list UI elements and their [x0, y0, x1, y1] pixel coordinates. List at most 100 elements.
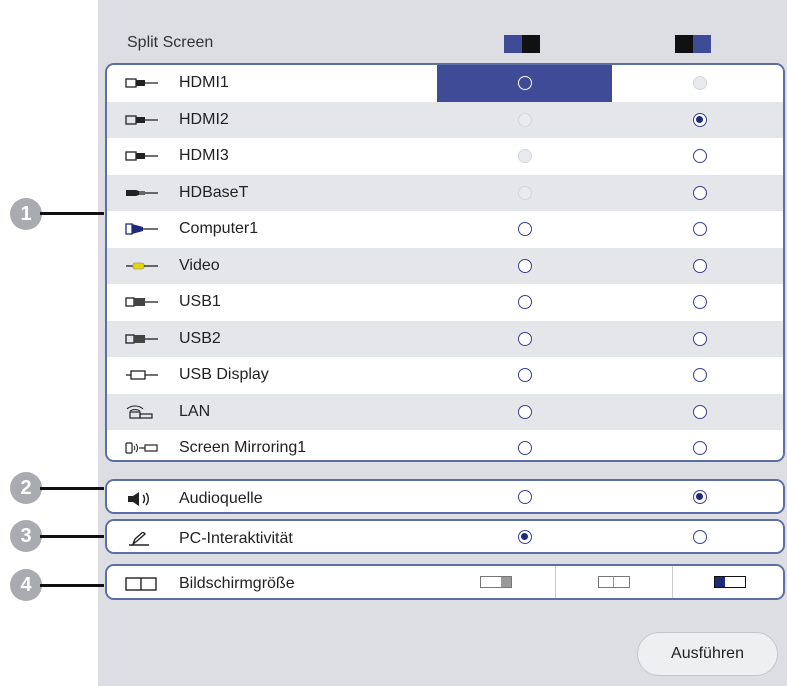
right-screen-radio[interactable] [692, 149, 707, 164]
right-screen-radio[interactable] [692, 112, 707, 127]
source-row: HDMI1 [107, 65, 783, 102]
screen-mirroring-icon [125, 442, 158, 454]
source-label: LAN [179, 402, 211, 420]
hdbaset-icon [126, 189, 158, 196]
pc-left-radio-cell[interactable] [437, 521, 612, 552]
source-row: USB1 [107, 284, 783, 321]
left-screen-radio[interactable] [517, 258, 532, 273]
left-screen-cell [437, 102, 612, 139]
right-screen-cell[interactable] [612, 102, 783, 139]
left-screen-cell[interactable] [437, 321, 612, 358]
audio-right-radio[interactable] [692, 489, 707, 504]
usb-icon [125, 297, 158, 307]
split-left-large-icon [480, 576, 512, 588]
left-screen-cell[interactable] [437, 248, 612, 285]
source-label: HDMI1 [179, 74, 229, 91]
split-equal-icon [597, 576, 630, 588]
left-screen-radio[interactable] [517, 404, 532, 419]
source-row: Computer1 [107, 211, 783, 248]
right-screen-radio[interactable] [692, 404, 707, 419]
source-label: HDMI2 [179, 110, 229, 128]
audio-left-radio-cell[interactable] [437, 481, 612, 512]
callout-2-line [40, 487, 104, 490]
pc-right-radio-cell[interactable] [612, 521, 783, 552]
source-row: USB Display [107, 357, 783, 394]
left-screen-radio[interactable] [517, 222, 532, 237]
callout-2: 2 [10, 472, 42, 504]
size-option-equal[interactable] [555, 566, 673, 598]
right-screen-radio[interactable] [692, 185, 707, 200]
left-screen-cell[interactable] [437, 284, 612, 321]
right-screen-cell[interactable] [612, 321, 783, 358]
right-screen-radio[interactable] [692, 441, 707, 456]
left-screen-cell[interactable] [437, 430, 612, 460]
source-label: HDMI3 [179, 147, 229, 164]
source-row: HDMI2 [107, 102, 783, 139]
left-screen-radio [517, 185, 532, 200]
right-screen-cell[interactable] [612, 211, 783, 248]
left-screen-cell[interactable] [437, 211, 612, 248]
hdmi-icon [125, 151, 158, 161]
callout-4: 4 [10, 569, 42, 601]
source-label: Video [179, 256, 220, 274]
pc-interactivity-label: PC-Interaktivität [179, 530, 293, 547]
pc-right-radio[interactable] [692, 529, 707, 544]
left-screen-radio[interactable] [517, 331, 532, 346]
callout-4-line [40, 584, 104, 587]
lan-icon [126, 405, 153, 419]
left-screen-radio[interactable] [517, 441, 532, 456]
left-screen-cell[interactable] [437, 394, 612, 431]
audio-source-row: Audioquelle [105, 479, 785, 514]
audio-left-radio[interactable] [517, 489, 532, 504]
source-row: USB2 [107, 321, 783, 358]
screen-size-icon [125, 577, 157, 591]
panel-title: Split Screen [127, 34, 214, 51]
callout-1-line [40, 212, 104, 215]
source-label: USB Display [179, 366, 269, 383]
execute-button[interactable]: Ausführen [637, 632, 778, 676]
right-screen-cell[interactable] [612, 394, 783, 431]
left-screen-radio [517, 149, 532, 164]
left-screen-cell[interactable] [437, 357, 612, 394]
right-screen-radio[interactable] [692, 222, 707, 237]
source-label: USB1 [179, 293, 221, 310]
right-screen-cell[interactable] [612, 430, 783, 460]
left-screen-radio[interactable] [517, 76, 532, 91]
callout-3-line [40, 535, 104, 538]
screen-size-label: Bildschirmgröße [179, 575, 295, 592]
split-right-large-icon [713, 576, 746, 588]
size-option-right-large[interactable] [672, 566, 783, 598]
right-screen-cell[interactable] [612, 284, 783, 321]
right-screen-cell[interactable] [612, 357, 783, 394]
audio-source-label: Audioquelle [179, 490, 263, 507]
usb-display-icon [126, 370, 158, 380]
right-screen-cell[interactable] [612, 248, 783, 285]
video-icon [126, 262, 158, 269]
left-screen-cell [437, 175, 612, 212]
source-row: Screen Mirroring1 [107, 430, 783, 460]
right-screen-column-icon [675, 35, 711, 53]
right-screen-cell[interactable] [612, 138, 783, 175]
left-screen-column-icon [504, 35, 540, 53]
screen-size-row: Bildschirmgröße [105, 564, 785, 600]
right-screen-radio [692, 76, 707, 91]
right-screen-cell [612, 65, 783, 102]
left-screen-radio[interactable] [517, 295, 532, 310]
right-screen-radio[interactable] [692, 295, 707, 310]
size-option-left-large[interactable] [437, 566, 556, 598]
pc-left-radio[interactable] [517, 529, 532, 544]
callout-1: 1 [10, 198, 42, 230]
source-label: USB2 [179, 329, 221, 347]
right-screen-radio[interactable] [692, 331, 707, 346]
source-row: HDBaseT [107, 175, 783, 212]
left-screen-radio[interactable] [517, 368, 532, 383]
speaker-icon [128, 492, 149, 506]
right-screen-radio[interactable] [692, 368, 707, 383]
right-screen-radio[interactable] [692, 258, 707, 273]
source-label: HDBaseT [179, 183, 249, 201]
audio-right-radio-cell[interactable] [612, 481, 783, 512]
right-screen-cell[interactable] [612, 175, 783, 212]
vga-icon [125, 223, 158, 235]
source-list: HDMI1 HDMI2 HDMI3 HDBaseT Computer1 Video USB1… [105, 63, 785, 462]
left-screen-cell[interactable] [437, 65, 612, 102]
